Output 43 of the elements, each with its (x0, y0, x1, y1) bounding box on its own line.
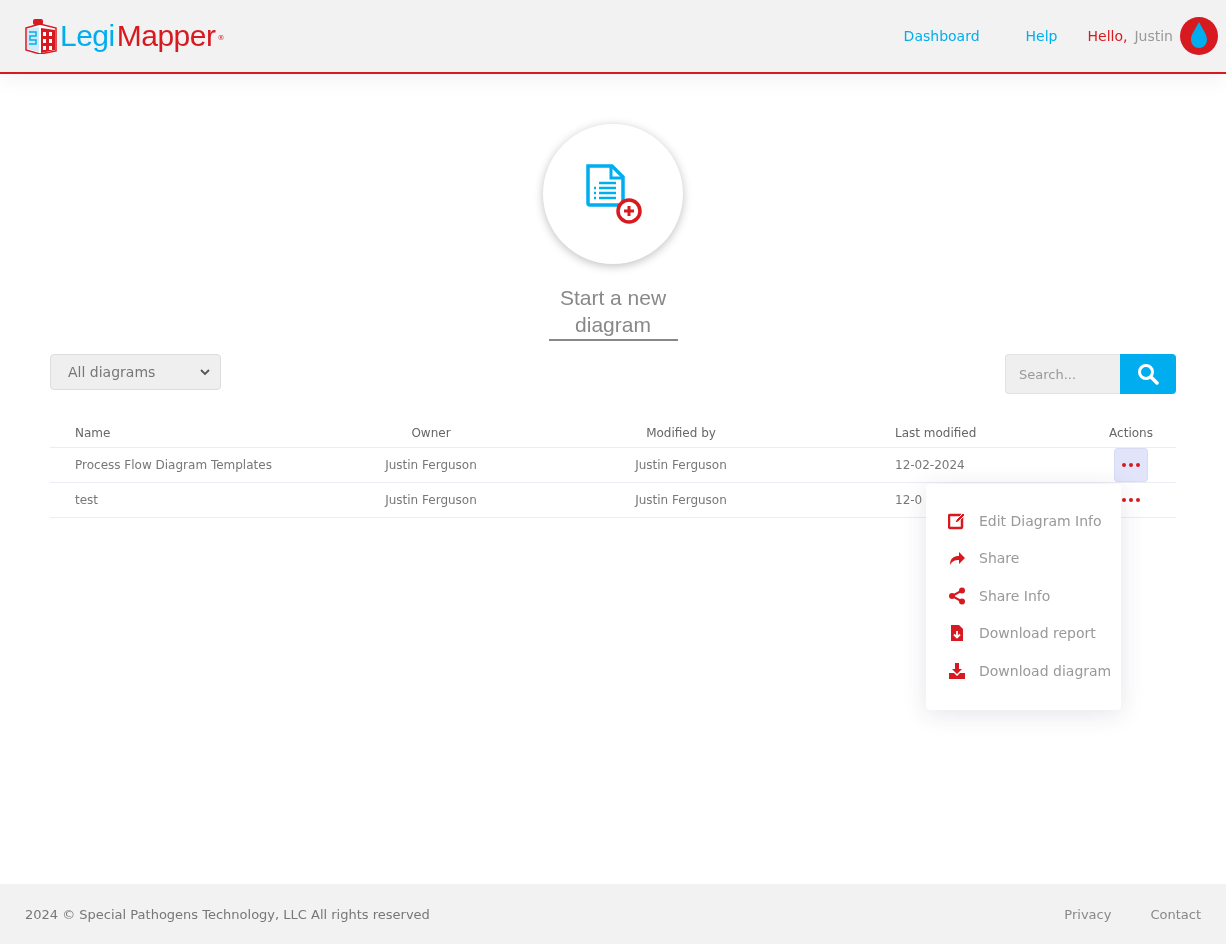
table-cell-text: Process Flow Diagram Templates (75, 458, 273, 472)
new-diagram-link[interactable]: Start a new diagram (548, 284, 678, 341)
menu-item[interactable]: Download report (948, 614, 1121, 652)
avatar-drop-icon[interactable] (1180, 17, 1218, 55)
more-actions-button[interactable] (1115, 449, 1147, 481)
column-header: Name (75, 425, 112, 440)
nav-link[interactable]: Dashboard (903, 28, 980, 44)
file-download-icon (948, 624, 966, 643)
column-header: Last modified (894, 425, 978, 440)
menu-item[interactable]: Share Info (948, 577, 1121, 615)
logo-text: Legi (60, 19, 115, 53)
menu-item[interactable]: Edit Diagram Info (948, 502, 1121, 540)
table-cell-text: 12-02-2024 (894, 458, 966, 472)
search-field[interactable]: Search... (1005, 354, 1120, 394)
new-diagram-button[interactable] (543, 124, 683, 264)
search-button[interactable] (1120, 354, 1176, 394)
footer-link[interactable]: Contact (1150, 906, 1201, 922)
table-cell-text: Justin Ferguson (633, 493, 728, 507)
menu-item[interactable]: Download diagram (948, 652, 1121, 690)
chevron-down-icon (200, 368, 210, 376)
building-logo-icon (24, 18, 58, 54)
table-cell-text: Justin Ferguson (633, 458, 728, 472)
copyright-text: 2024 © Special Pathogens Technology, LLC All rights reserved (25, 906, 430, 922)
column-header: Modified by (645, 425, 717, 440)
menu-item[interactable]: Share (948, 539, 1121, 577)
table-cell-text: Justin Ferguson (383, 458, 478, 472)
logo-text: Mapper (116, 19, 216, 53)
table-cell-text: Justin Ferguson (383, 493, 478, 507)
column-header: Owner (410, 425, 452, 440)
column-header: Actions (1108, 425, 1154, 440)
table-cell-text: 12-0 (894, 493, 924, 507)
nav-link[interactable]: Help (1025, 28, 1058, 44)
ellipsis-icon (1122, 463, 1140, 467)
search-icon (1137, 363, 1159, 385)
user-name: Justin (1134, 28, 1173, 44)
footer-link[interactable]: Privacy (1064, 906, 1112, 922)
greeting-text: Hello, (1087, 28, 1128, 44)
share-icon (948, 586, 966, 605)
filter-dropdown[interactable]: All diagrams (50, 354, 221, 390)
table-cell-text: test (75, 493, 100, 507)
download-icon (948, 661, 966, 680)
ellipsis-icon (1122, 498, 1140, 502)
edit-icon (948, 511, 966, 530)
